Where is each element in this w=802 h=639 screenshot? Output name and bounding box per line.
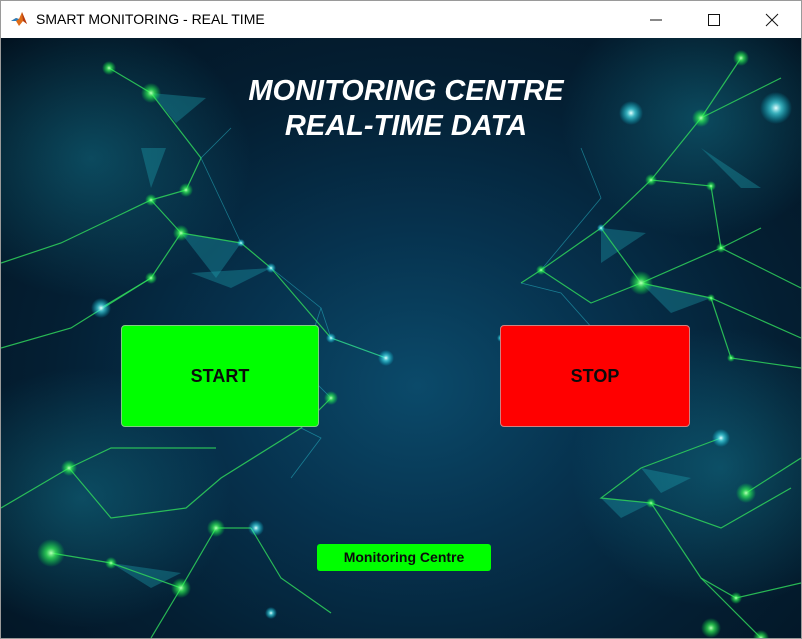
title-line-2: REAL-TIME DATA bbox=[284, 110, 528, 142]
close-icon bbox=[765, 13, 779, 27]
app-content: MONITORING CENTRE REAL-TIME DATA START S… bbox=[1, 38, 801, 638]
window-title: SMART MONITORING - REAL TIME bbox=[36, 11, 265, 27]
stop-button[interactable]: STOP bbox=[500, 325, 690, 427]
maximize-button[interactable] bbox=[685, 1, 743, 38]
matlab-app-icon bbox=[10, 10, 28, 28]
maximize-icon bbox=[708, 14, 720, 26]
status-label: Monitoring Centre bbox=[317, 544, 491, 571]
start-button[interactable]: START bbox=[121, 325, 319, 427]
title-line-1: MONITORING CENTRE bbox=[248, 75, 564, 107]
minimize-button[interactable] bbox=[627, 1, 685, 38]
app-window: SMART MONITORING - REAL TIME MONITORING … bbox=[0, 0, 802, 639]
close-button[interactable] bbox=[743, 1, 801, 38]
minimize-icon bbox=[650, 19, 662, 21]
title-bar[interactable]: SMART MONITORING - REAL TIME bbox=[1, 1, 801, 38]
page-title: MONITORING CENTRE REAL-TIME DATA bbox=[151, 74, 661, 144]
